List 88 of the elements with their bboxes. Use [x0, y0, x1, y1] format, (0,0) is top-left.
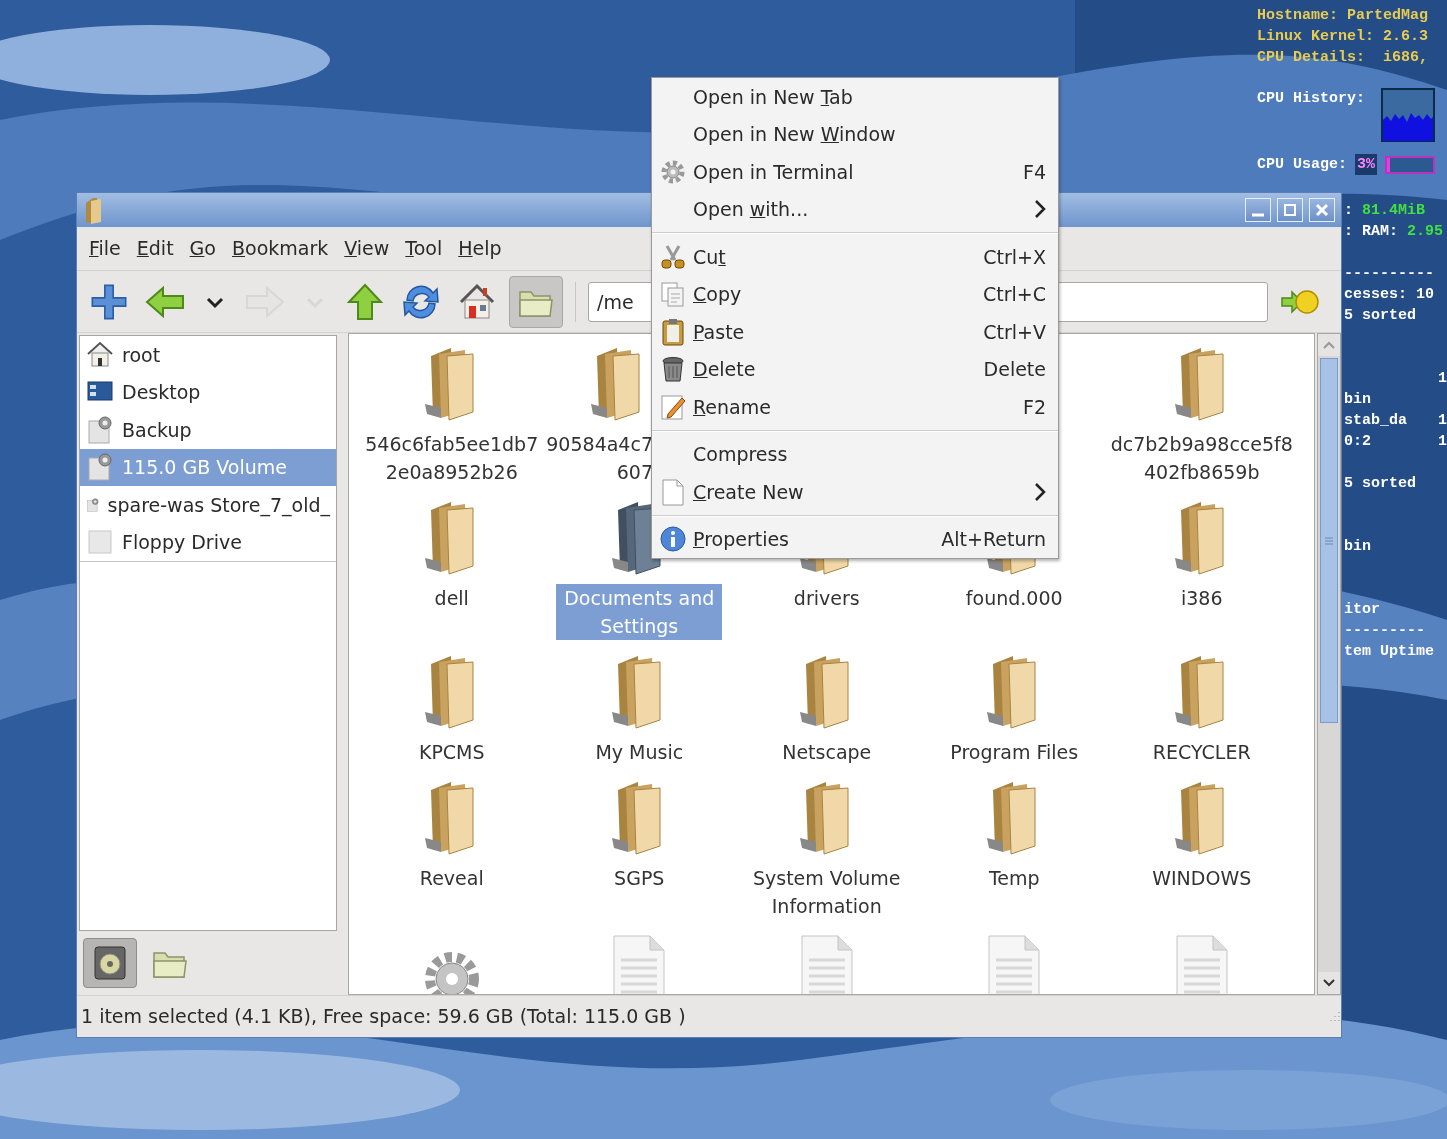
cpu-usage-value: 3%	[1355, 154, 1378, 175]
submenu-chevron-icon	[1032, 480, 1046, 503]
file-name[interactable]: Program Files	[942, 738, 1087, 766]
shortcut-text: Ctrl+V	[983, 319, 1046, 345]
file-name[interactable]: RECYCLER	[1144, 738, 1259, 766]
menu-title[interactable]: Bookmark	[223, 234, 337, 263]
menu-item[interactable]: Compress	[652, 435, 1058, 473]
drive-icon[interactable]	[91, 943, 129, 983]
status-text: 1 item selected (4.1 KB), Free space: 59.6 GB (Total: 115.0 GB )	[81, 1004, 686, 1030]
menu-item[interactable]: Open in New Tab	[652, 78, 1058, 116]
info-icon	[658, 524, 688, 555]
menu-title[interactable]: Tool	[397, 234, 451, 263]
system-info-text: Hostname: PartedMag	[1257, 6, 1430, 26]
grip-icon	[1324, 535, 1334, 546]
shortcut-text: Alt+Return	[941, 527, 1046, 552]
file-name[interactable]: SGPS	[606, 864, 673, 892]
system-info-value: 1	[1438, 411, 1447, 431]
close-button[interactable]	[1309, 198, 1335, 222]
file-name[interactable]: System Volume Information	[744, 864, 909, 920]
shortcut-text: Ctrl+X	[983, 244, 1046, 270]
house-icon	[86, 339, 114, 370]
menu-title[interactable]: View	[336, 234, 398, 263]
cpu-usage-label: CPU Usage:	[1257, 155, 1347, 175]
scroll-down-icon[interactable]	[1322, 978, 1336, 988]
file-name[interactable]: Netscape	[774, 738, 880, 766]
system-info-text: CPU Details: i686,	[1257, 48, 1430, 68]
system-info-value: 1	[1438, 432, 1447, 452]
file-name[interactable]: 90584a4c7 607	[546, 430, 653, 486]
file-name[interactable]: Temp	[980, 864, 1048, 892]
system-info-value: 2.95	[1407, 222, 1444, 242]
system-info-text: 5 sorted	[1344, 474, 1416, 494]
menu-title[interactable]: Edit	[128, 234, 182, 263]
menu-item[interactable]: Paste Ctrl+V	[652, 313, 1058, 351]
drive-icon	[86, 452, 114, 483]
system-info-text: :	[1344, 201, 1353, 221]
close-icon[interactable]	[1315, 203, 1329, 217]
folder-icon	[83, 195, 103, 225]
maximize-button[interactable]	[1277, 198, 1303, 222]
system-info-text: stab_da	[1344, 411, 1407, 431]
system-info-text: : RAM:	[1344, 222, 1398, 242]
system-info-text: ----------	[1344, 264, 1434, 284]
side-pane-toggle-button[interactable]	[509, 275, 563, 328]
menu-title[interactable]: Go	[181, 234, 224, 263]
shortcut-text: F2	[1022, 394, 1046, 420]
minimize-button[interactable]	[1245, 198, 1271, 222]
system-info-text: bin	[1344, 537, 1371, 557]
file-name[interactable]: Reveal	[411, 864, 492, 892]
file-name[interactable]: 546c6fab5ee1db7 2e0a8952b26	[357, 430, 547, 486]
menu-item[interactable]: Rename F2	[652, 388, 1058, 426]
scrollbar[interactable]	[1317, 333, 1341, 995]
drive-icon	[86, 414, 114, 445]
menu-item[interactable]: Open in Terminal F4	[652, 153, 1058, 191]
maximize-icon[interactable]	[1283, 203, 1297, 217]
file-name[interactable]: WINDOWS	[1144, 864, 1260, 892]
system-info-text: Linux Kernel: 2.6.3	[1257, 27, 1430, 47]
menu-item[interactable]: Properties Alt+Return	[652, 520, 1058, 558]
menu-item[interactable]: Cut Ctrl+X	[652, 238, 1058, 276]
resize-grip-icon[interactable]	[1327, 1009, 1341, 1024]
shortcut-text: F4	[1022, 159, 1046, 185]
system-info-text: 0:2	[1344, 432, 1371, 452]
menu-item[interactable]: Copy Ctrl+C	[652, 275, 1058, 313]
menu-item[interactable]: Open in New Window	[652, 115, 1058, 153]
file-name[interactable]: My Music	[587, 738, 692, 766]
file-name[interactable]: drivers	[785, 584, 868, 612]
system-info-text: ---------	[1344, 621, 1425, 641]
cpu-history-graph	[1381, 88, 1436, 142]
shortcut-text: Ctrl+C	[983, 282, 1046, 307]
system-info-text: itor	[1344, 600, 1380, 620]
menu-item[interactable]: Delete Delete	[652, 350, 1058, 388]
file-name[interactable]: i386	[1172, 584, 1231, 612]
system-info-text: bin	[1344, 390, 1371, 410]
menu-item[interactable]: Open with...	[652, 190, 1058, 228]
system-info-text: cesses: 10	[1344, 285, 1434, 305]
file-name[interactable]: dell	[426, 584, 477, 612]
menu-title[interactable]: Help	[450, 234, 510, 263]
menu-item[interactable]: Create New	[652, 473, 1058, 511]
system-info-text: tem Uptime	[1344, 642, 1434, 662]
file-name[interactable]: dc7b2b9a98cce5f8 402fb8659b	[1102, 430, 1301, 486]
system-info-text: 5 sorted	[1344, 306, 1416, 326]
side-pane-button[interactable]	[83, 938, 137, 988]
cpu-history-label: CPU History:	[1257, 89, 1366, 109]
system-info-value: 1	[1438, 369, 1447, 389]
scroll-up-icon[interactable]	[1322, 340, 1336, 350]
menu-title[interactable]: File	[81, 234, 129, 263]
shortcut-text: Delete	[983, 357, 1046, 382]
file-name[interactable]: KPCMS	[410, 738, 493, 766]
file-name[interactable]: found.000	[957, 584, 1071, 612]
system-info-value: 81.4MiB	[1362, 201, 1426, 221]
